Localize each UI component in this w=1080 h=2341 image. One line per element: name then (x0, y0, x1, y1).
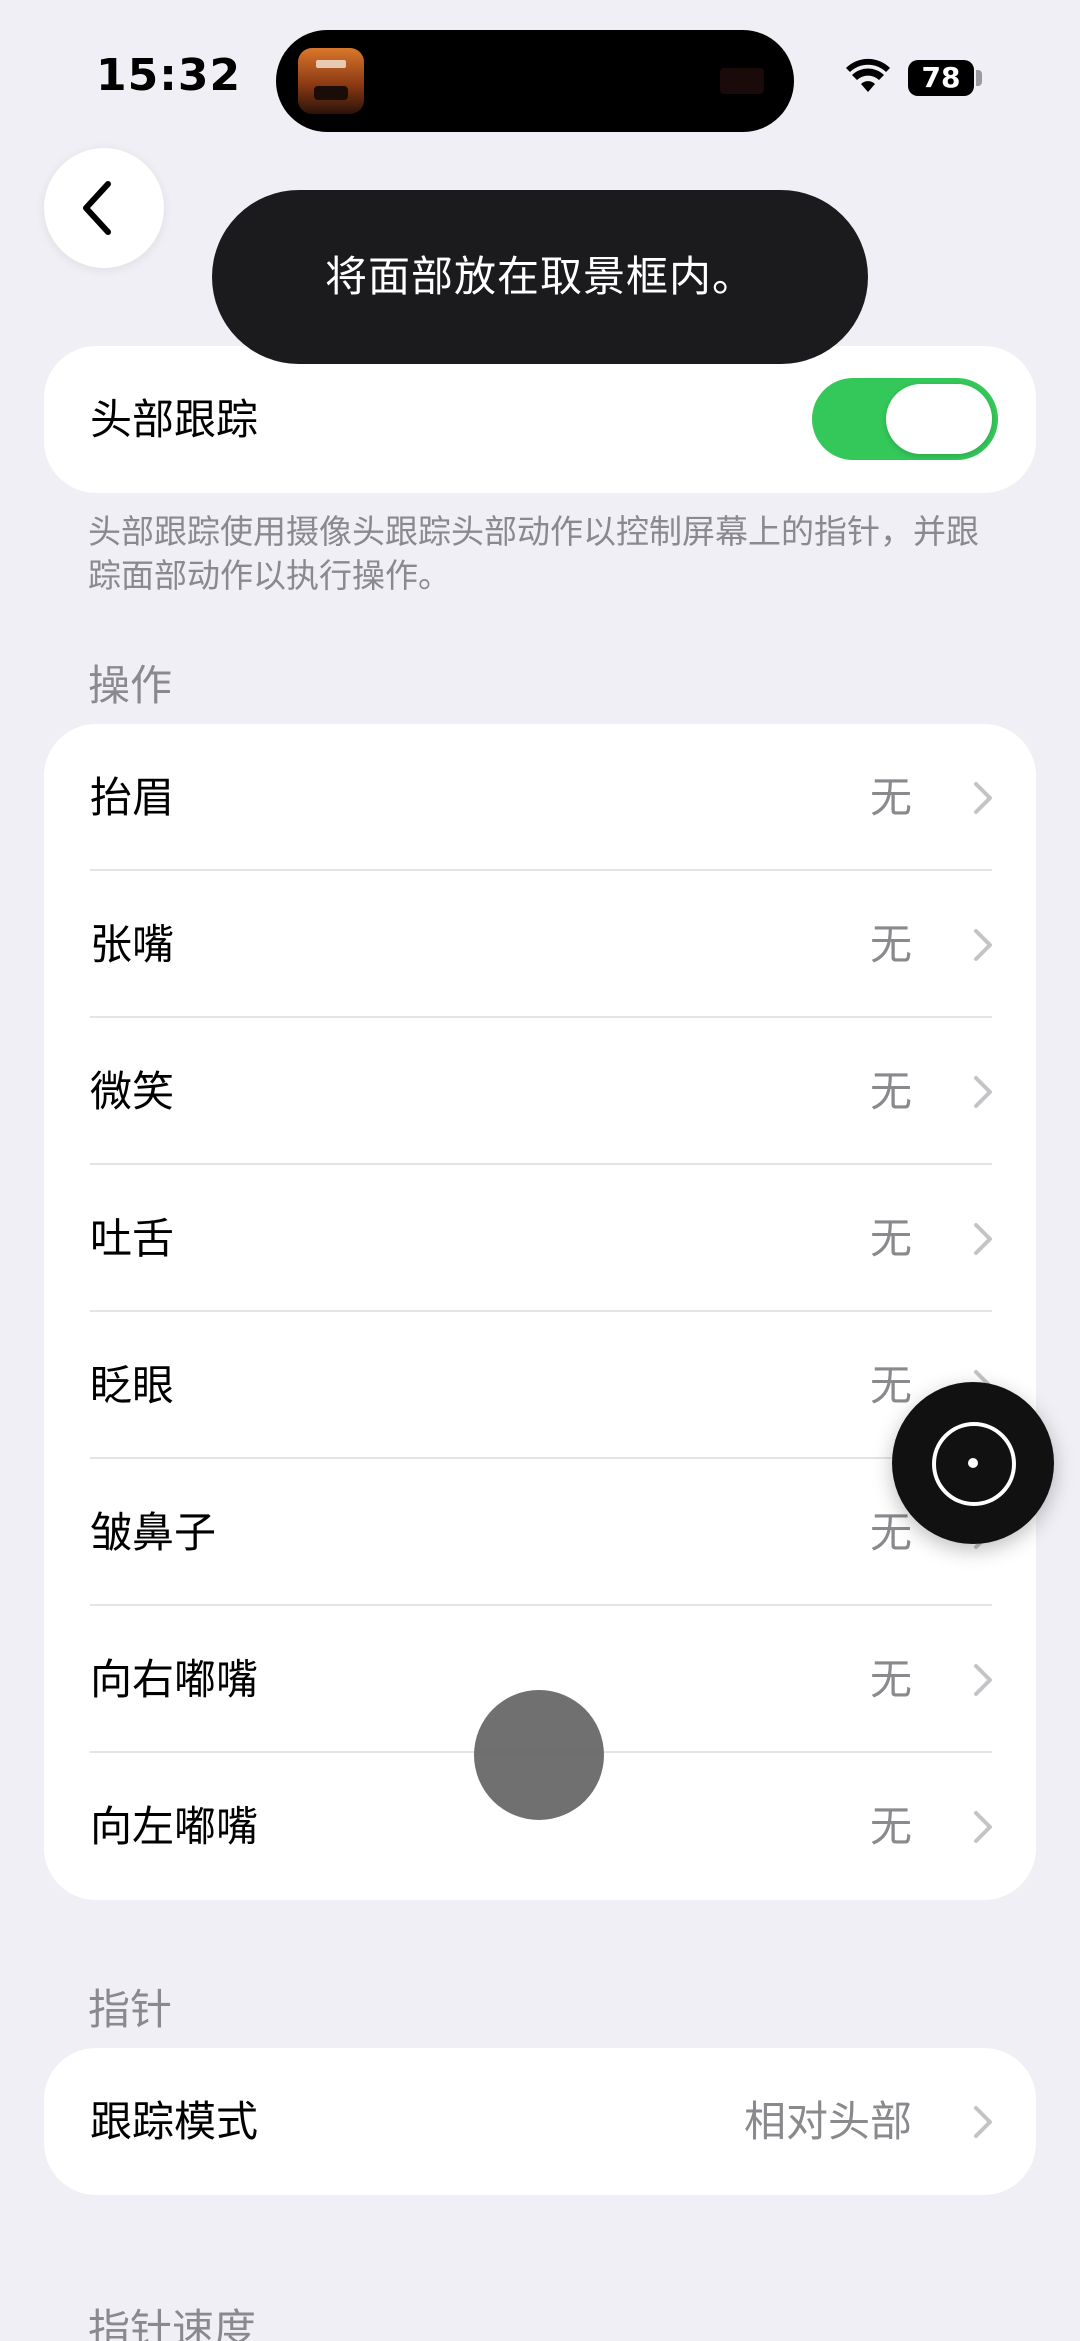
tracking-mode-row[interactable]: 跟踪模式 相对头部 (44, 2048, 1036, 2195)
action-label: 抬眉 (90, 773, 175, 822)
action-value: 无 (869, 920, 912, 969)
chevron-left-icon (83, 181, 111, 235)
face-position-toast: 将面部放在取景框内。 (212, 190, 868, 364)
action-label: 吐舌 (90, 1214, 175, 1263)
chevron-right-icon (974, 1223, 992, 1255)
action-value: 无 (869, 773, 912, 822)
head-tracking-card: 头部跟踪 (44, 346, 1036, 493)
chevron-right-icon (974, 1664, 992, 1696)
back-button[interactable] (44, 148, 164, 268)
assistive-touch-button[interactable] (892, 1382, 1054, 1544)
action-label: 向右嘟嘴 (90, 1655, 259, 1704)
screen: 15:32 78 头部跟踪 将面部放在取景框内。 头部跟踪使用摄像头跟踪头部动作… (0, 0, 1080, 2341)
action-value: 无 (869, 1067, 912, 1116)
chevron-right-icon (974, 929, 992, 961)
island-indicator (720, 68, 764, 94)
tracking-mode-value: 相对头部 (743, 2097, 912, 2146)
toggle-knob (886, 384, 992, 454)
app-icon[interactable] (298, 48, 364, 114)
action-label: 向左嘟嘴 (90, 1802, 259, 1851)
action-row-scrunch-nose[interactable]: 皱鼻子 无 (44, 1459, 1036, 1606)
action-row-smile[interactable]: 微笑 无 (44, 1018, 1036, 1165)
action-row-raise-eyebrows[interactable]: 抬眉 无 (44, 724, 1036, 871)
wifi-icon (846, 58, 890, 92)
head-tracking-description: 头部跟踪使用摄像头跟踪头部动作以控制屏幕上的指针，并跟踪面部动作以执行操作。 (88, 512, 979, 595)
action-label: 眨眼 (90, 1361, 175, 1410)
car-silhouette (314, 86, 348, 100)
head-tracking-toggle[interactable] (812, 378, 998, 460)
target-dot-icon (968, 1458, 978, 1468)
head-tracking-pointer (474, 1690, 604, 1820)
head-tracking-label: 头部跟踪 (90, 395, 259, 444)
action-row-blink[interactable]: 眨眼 无 (44, 1312, 1036, 1459)
head-tracking-row[interactable]: 头部跟踪 (44, 346, 1036, 493)
action-value: 无 (869, 1214, 912, 1263)
action-row-open-mouth[interactable]: 张嘴 无 (44, 871, 1036, 1018)
pointer-card: 跟踪模式 相对头部 (44, 2048, 1036, 2195)
app-logo-mark (316, 60, 346, 68)
dynamic-island[interactable] (276, 30, 794, 132)
tracking-mode-label: 跟踪模式 (90, 2097, 259, 2146)
battery-indicator: 78 (908, 60, 974, 96)
action-label: 微笑 (90, 1067, 175, 1116)
action-row-stick-out-tongue[interactable]: 吐舌 无 (44, 1165, 1036, 1312)
status-time: 15:32 (96, 50, 242, 101)
action-label: 皱鼻子 (90, 1508, 217, 1557)
pointer-section-header: 指针 (88, 1985, 173, 2034)
action-label: 张嘴 (90, 920, 175, 969)
pointer-speed-section-header: 指针速度 (88, 2305, 257, 2341)
action-value: 无 (869, 1802, 912, 1851)
actions-section-header: 操作 (88, 661, 173, 710)
chevron-right-icon (974, 1076, 992, 1108)
chevron-right-icon (974, 2106, 992, 2138)
chevron-right-icon (974, 1811, 992, 1843)
battery-cap-icon (976, 70, 982, 86)
action-value: 无 (869, 1655, 912, 1704)
chevron-right-icon (974, 782, 992, 814)
